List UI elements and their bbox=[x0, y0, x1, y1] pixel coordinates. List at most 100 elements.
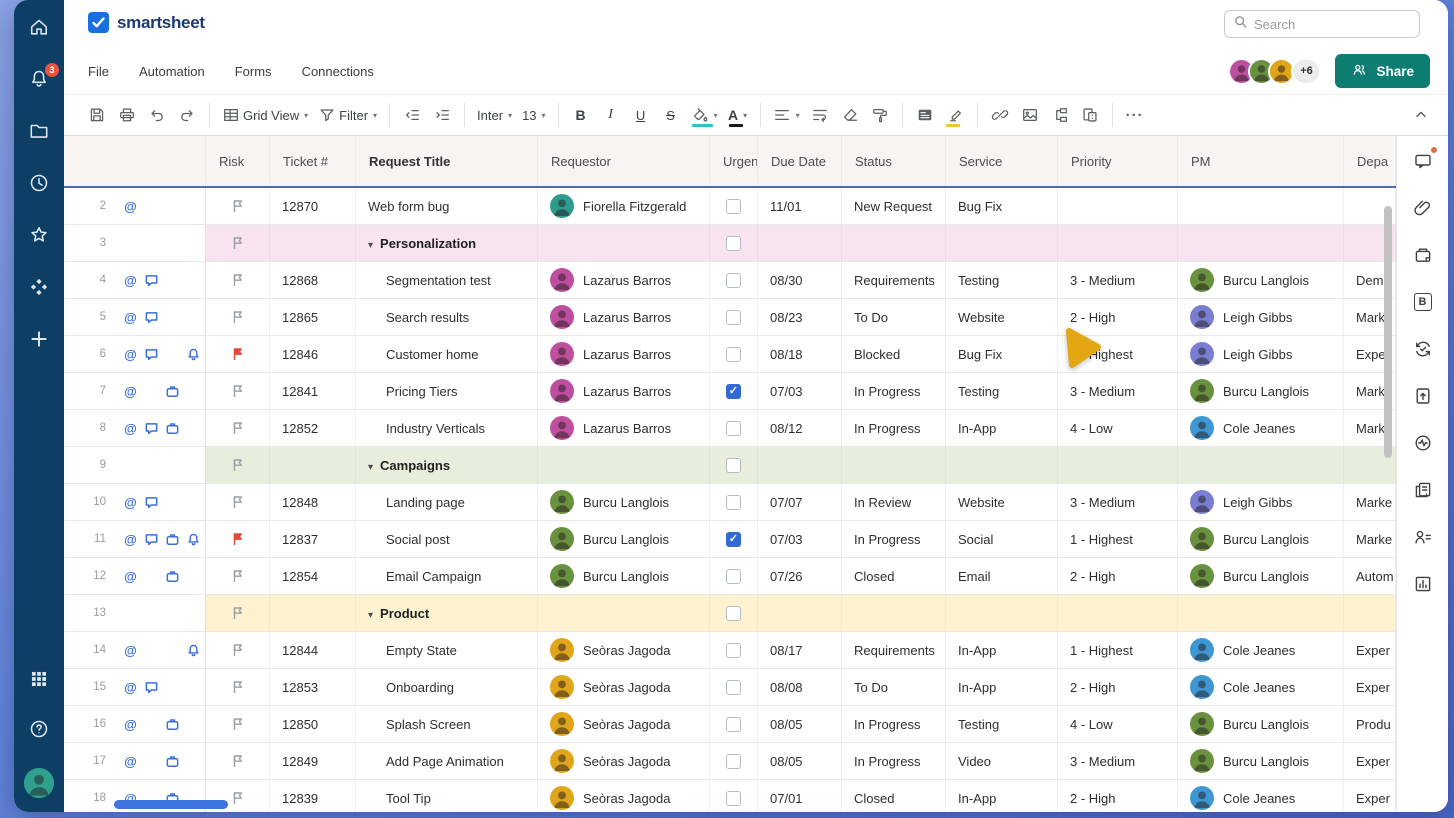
cell-urgent[interactable] bbox=[710, 521, 758, 557]
cell-due-date[interactable]: 11/01 bbox=[758, 188, 842, 224]
cell-priority[interactable] bbox=[1058, 225, 1178, 261]
cell-requestor[interactable]: Seòras Jagoda bbox=[538, 632, 710, 668]
cell-priority[interactable]: 1 - Highest bbox=[1058, 336, 1178, 372]
sidebar-item-help[interactable] bbox=[26, 718, 52, 744]
cell-status[interactable]: Blocked bbox=[842, 336, 946, 372]
paste-special-button[interactable] bbox=[1076, 101, 1104, 129]
cell-pm[interactable]: Cole Jeanes bbox=[1178, 780, 1344, 812]
cell-risk[interactable] bbox=[206, 447, 270, 483]
cell-service[interactable]: Bug Fix bbox=[946, 188, 1058, 224]
cell-request-title[interactable]: Landing page bbox=[356, 484, 538, 520]
collapse-caret-icon[interactable] bbox=[368, 606, 380, 621]
row-number[interactable]: 10 bbox=[64, 496, 120, 508]
attachment-icon[interactable]: @ bbox=[120, 381, 141, 402]
checkbox-unchecked[interactable] bbox=[726, 199, 741, 214]
row-number[interactable]: 13 bbox=[64, 607, 120, 619]
panel-contacts-button[interactable] bbox=[1410, 524, 1436, 550]
row-number[interactable]: 2 bbox=[64, 200, 120, 212]
cell-department[interactable]: Marke bbox=[1344, 521, 1396, 557]
cell-due-date[interactable]: 07/01 bbox=[758, 780, 842, 812]
cell-department[interactable]: Exper bbox=[1344, 780, 1396, 812]
cell-priority[interactable] bbox=[1058, 595, 1178, 631]
comment-icon[interactable] bbox=[141, 270, 162, 291]
cell-pm[interactable]: Cole Jeanes bbox=[1178, 669, 1344, 705]
cell-due-date[interactable]: 07/07 bbox=[758, 484, 842, 520]
cell-pm[interactable] bbox=[1178, 188, 1344, 224]
cell-department[interactable]: Exper bbox=[1344, 743, 1396, 779]
highlight-button[interactable] bbox=[941, 101, 969, 129]
cell-risk[interactable] bbox=[206, 299, 270, 335]
cell-request-title[interactable]: Industry Verticals bbox=[356, 410, 538, 446]
cell-requestor[interactable]: Lazarus Barros bbox=[538, 262, 710, 298]
proof-icon[interactable] bbox=[162, 381, 183, 402]
cell-service[interactable]: Testing bbox=[946, 373, 1058, 409]
cell-pm[interactable]: Burcu Langlois bbox=[1178, 262, 1344, 298]
collapse-toolbar-button[interactable] bbox=[1409, 104, 1433, 128]
attachment-icon[interactable]: @ bbox=[120, 344, 141, 365]
panel-brandfolder-button[interactable]: B bbox=[1410, 289, 1436, 315]
attachment-icon[interactable]: @ bbox=[120, 418, 141, 439]
column-header-request-title[interactable]: Request Title bbox=[356, 136, 538, 186]
checkbox-unchecked[interactable] bbox=[726, 754, 741, 769]
cell-due-date[interactable]: 08/17 bbox=[758, 632, 842, 668]
font-family-button[interactable]: Inter▾ bbox=[473, 101, 516, 129]
cell-due-date[interactable]: 08/08 bbox=[758, 669, 842, 705]
column-header-status[interactable]: Status bbox=[842, 136, 946, 186]
cell-requestor[interactable]: Lazarus Barros bbox=[538, 299, 710, 335]
cell-service[interactable] bbox=[946, 447, 1058, 483]
cell-pm[interactable] bbox=[1178, 595, 1344, 631]
checkbox-unchecked[interactable] bbox=[726, 643, 741, 658]
cell-urgent[interactable] bbox=[710, 484, 758, 520]
cell-requestor[interactable] bbox=[538, 225, 710, 261]
checkbox-unchecked[interactable] bbox=[726, 236, 741, 251]
row-hierarchy-button[interactable] bbox=[1046, 101, 1074, 129]
cell-due-date[interactable]: 08/30 bbox=[758, 262, 842, 298]
cell-status[interactable]: To Do bbox=[842, 299, 946, 335]
cell-department[interactable]: Marke bbox=[1344, 484, 1396, 520]
filter-button[interactable]: Filter▾ bbox=[314, 101, 381, 129]
font-size-button[interactable]: 13▾ bbox=[518, 101, 549, 129]
cell-status[interactable]: In Progress bbox=[842, 706, 946, 742]
cell-request-title[interactable]: Splash Screen bbox=[356, 706, 538, 742]
row-number[interactable]: 3 bbox=[64, 237, 120, 249]
account-avatar[interactable] bbox=[24, 768, 54, 798]
cell-request-title[interactable]: Email Campaign bbox=[356, 558, 538, 594]
outdent-button[interactable] bbox=[398, 101, 426, 129]
cell-department[interactable]: Autom bbox=[1344, 558, 1396, 594]
cell-due-date[interactable]: 07/26 bbox=[758, 558, 842, 594]
cell-ticket[interactable]: 12865 bbox=[270, 299, 356, 335]
comment-icon[interactable] bbox=[141, 307, 162, 328]
horizontal-scrollbar-thumb[interactable] bbox=[114, 800, 228, 809]
menu-automation[interactable]: Automation bbox=[139, 64, 205, 79]
cell-ticket[interactable]: 12846 bbox=[270, 336, 356, 372]
menu-file[interactable]: File bbox=[88, 64, 109, 79]
cell-status[interactable] bbox=[842, 595, 946, 631]
cell-ticket[interactable] bbox=[270, 447, 356, 483]
cell-priority[interactable]: 3 - Medium bbox=[1058, 743, 1178, 779]
cell-urgent[interactable] bbox=[710, 632, 758, 668]
align-left-button[interactable]: ▾ bbox=[769, 101, 804, 129]
cell-risk[interactable] bbox=[206, 373, 270, 409]
cell-due-date[interactable]: 07/03 bbox=[758, 521, 842, 557]
cell-requestor[interactable]: Seòras Jagoda bbox=[538, 669, 710, 705]
cell-service[interactable]: Website bbox=[946, 484, 1058, 520]
cell-status[interactable]: New Request bbox=[842, 188, 946, 224]
checkbox-unchecked[interactable] bbox=[726, 680, 741, 695]
proof-icon[interactable] bbox=[162, 418, 183, 439]
cell-due-date[interactable]: 08/05 bbox=[758, 743, 842, 779]
cell-requestor[interactable]: Lazarus Barros bbox=[538, 373, 710, 409]
cell-priority[interactable]: 3 - Medium bbox=[1058, 262, 1178, 298]
cell-urgent[interactable] bbox=[710, 299, 758, 335]
row-number[interactable]: 17 bbox=[64, 755, 120, 767]
cell-request-title[interactable]: Onboarding bbox=[356, 669, 538, 705]
comment-icon[interactable] bbox=[141, 344, 162, 365]
attachment-icon[interactable]: @ bbox=[120, 566, 141, 587]
cell-due-date[interactable] bbox=[758, 595, 842, 631]
collapse-caret-icon[interactable] bbox=[368, 236, 380, 251]
cell-format-button[interactable] bbox=[911, 101, 939, 129]
cell-risk[interactable] bbox=[206, 188, 270, 224]
cell-ticket[interactable]: 12848 bbox=[270, 484, 356, 520]
cell-priority[interactable] bbox=[1058, 447, 1178, 483]
cell-service[interactable]: Video bbox=[946, 743, 1058, 779]
checkbox-unchecked[interactable] bbox=[726, 791, 741, 806]
